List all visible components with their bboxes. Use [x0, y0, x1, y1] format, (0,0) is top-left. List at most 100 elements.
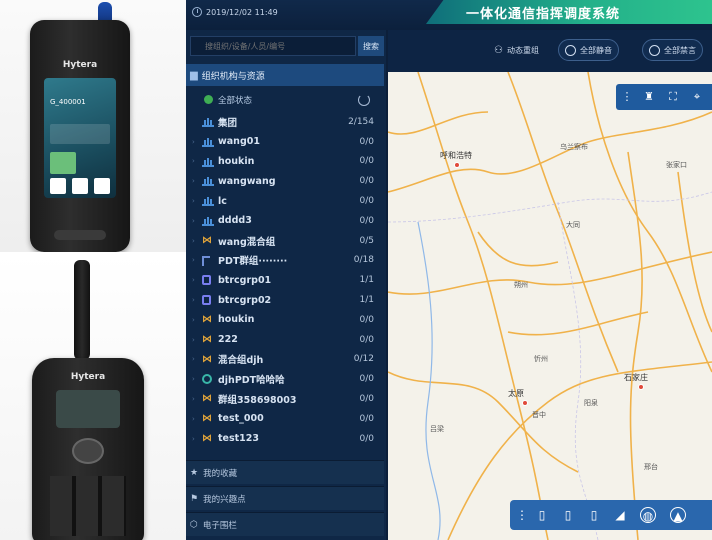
expand-arrow-icon[interactable]: ›: [192, 435, 195, 443]
tree-row[interactable]: › lc 0/0: [186, 191, 384, 211]
tree-row-count: 0/0: [359, 413, 374, 424]
drag-handle-icon[interactable]: ⋮: [620, 90, 634, 104]
expand-arrow-icon[interactable]: ›: [192, 217, 195, 225]
expand-arrow-icon[interactable]: ›: [192, 177, 195, 185]
tree-row[interactable]: › houkin 0/0: [186, 152, 384, 172]
town-label: 朔州: [514, 281, 528, 289]
town-label: 吕梁: [430, 425, 444, 433]
tree-row[interactable]: › ⋈ test_000 0/0: [186, 409, 384, 429]
tree-row[interactable]: › ⋈ 混合组djh 0/12: [186, 350, 384, 370]
tree-row-name: djhPDT哈哈哈: [218, 375, 285, 387]
tree-row[interactable]: › ⋈ 222 0/0: [186, 330, 384, 350]
status-filter-label: 全部状态: [218, 96, 253, 106]
town-label: 大同: [566, 221, 580, 229]
city-label: 石家庄: [624, 373, 648, 382]
search-button[interactable]: 搜索: [358, 36, 384, 56]
forbid-icon: [649, 44, 660, 56]
nav-favorites-label: 我的收藏: [203, 468, 238, 479]
screen-app-icon-1: [50, 178, 66, 194]
drag-handle-icon[interactable]: ⋮: [514, 507, 530, 523]
expand-arrow-icon[interactable]: ›: [192, 296, 195, 304]
tree-row-count: 1/1: [359, 295, 374, 306]
handheld-device-icon[interactable]: ▯: [560, 507, 576, 523]
tree-row-count: 0/18: [353, 255, 374, 266]
radio-device-icon[interactable]: ▯: [534, 507, 550, 523]
expand-arrow-icon[interactable]: ›: [192, 375, 195, 383]
building-icon: ▆: [190, 69, 198, 81]
tree-row-name: wangwang: [218, 175, 276, 187]
expand-arrow-icon[interactable]: ›: [192, 197, 195, 205]
expand-arrow-icon[interactable]: ›: [192, 237, 195, 245]
expand-arrow-icon[interactable]: ›: [192, 395, 195, 403]
org-resource-title: 组织机构与资源: [201, 71, 265, 82]
alert-icon[interactable]: ▲: [670, 507, 686, 523]
tree-row[interactable]: › ⋈ test123 0/0: [186, 429, 384, 449]
app-title: 一体化通信指挥调度系统: [466, 7, 621, 22]
map-roads: [388, 72, 712, 540]
mute-all-button[interactable]: 全部静音: [558, 39, 619, 61]
screenshot-root: Hytera G_400001 Hytera 2019/12/02 11:49 …: [0, 0, 712, 540]
tree-row-name: 222: [218, 334, 238, 346]
clock-icon: [192, 7, 202, 17]
road-network: [388, 72, 712, 540]
tree-row[interactable]: › ⋈ houkin 0/0: [186, 310, 384, 330]
tree-row[interactable]: › dddd3 0/0: [186, 211, 384, 231]
title-banner: 一体化通信指挥调度系统: [426, 0, 712, 24]
nav-fence-label: 电子围栏: [202, 520, 237, 531]
terminal-device-icon[interactable]: ▯: [586, 507, 602, 523]
screen-app-icon-2: [72, 178, 88, 194]
tree-row[interactable]: › ⋈ wang混合组 0/5: [186, 231, 384, 251]
nav-poi[interactable]: ⚑ 我的兴趣点: [186, 486, 384, 510]
brand-logo-1: Hytera: [62, 60, 98, 70]
refresh-icon[interactable]: [358, 94, 370, 106]
expand-arrow-icon[interactable]: ›: [192, 336, 195, 344]
search-row: 搜索: [186, 36, 386, 58]
screen-call-tile: [50, 152, 76, 174]
expand-arrow-icon[interactable]: ›: [192, 415, 195, 423]
status-filter-row[interactable]: 全部状态: [186, 90, 384, 110]
broom-icon[interactable]: ♜: [642, 90, 656, 104]
tree-row[interactable]: › wang01 0/0: [186, 132, 384, 152]
expand-arrow-icon[interactable]: ›: [192, 355, 195, 363]
location-pin-icon[interactable]: ⌖: [690, 90, 704, 104]
camera-icon[interactable]: ◢: [612, 507, 628, 523]
tree-row-name: dddd3: [218, 215, 252, 227]
city-label: 呼和浩特: [440, 151, 472, 160]
expand-arrow-icon[interactable]: ›: [192, 276, 195, 284]
brand-logo-2: Hytera: [70, 372, 106, 382]
tree-row[interactable]: › btrcgrp02 1/1: [186, 290, 384, 310]
tree-row-count: 2/154: [348, 116, 374, 127]
tree-row-name: 群组358698003: [218, 395, 297, 407]
tree-row[interactable]: › djhPDT哈哈哈 0/0: [186, 369, 384, 389]
tree-row[interactable]: › wangwang 0/0: [186, 171, 384, 191]
trc-group-icon: [202, 295, 211, 306]
radio-keypad: [50, 476, 126, 536]
nav-fence[interactable]: ⬡ 电子围栏: [186, 512, 384, 536]
nav-poi-label: 我的兴趣点: [203, 494, 246, 505]
product-photos: Hytera G_400001 Hytera: [0, 0, 186, 540]
tree-row[interactable]: 集团 2/154: [186, 112, 384, 132]
map-canvas[interactable]: ⋮ ♜ ⛶ ⌖ 呼和浩特 石家庄 太原 乌兰察布 张家口 大同 朔州 忻州 阳泉 晋中 吕梁 邢台 ⋮…: [388, 72, 712, 540]
fullscreen-icon[interactable]: ⛶: [666, 90, 680, 104]
expand-arrow-icon[interactable]: ›: [192, 256, 195, 264]
tree-row[interactable]: › PDT群组········ 0/18: [186, 251, 384, 271]
expand-arrow-icon[interactable]: ›: [192, 157, 195, 165]
forbid-all-button[interactable]: 全部禁言: [642, 39, 703, 61]
tree-row[interactable]: › btrcgrp01 1/1: [186, 270, 384, 290]
tree-row-name: PDT群组········: [218, 256, 288, 268]
datetime-display: 2019/12/02 11:49: [192, 7, 278, 17]
flag-icon: ⚑: [190, 493, 199, 504]
expand-arrow-icon[interactable]: ›: [192, 316, 195, 324]
nav-favorites[interactable]: ★ 我的收藏: [186, 460, 384, 484]
expand-arrow-icon[interactable]: ›: [192, 138, 195, 146]
smart-radio-photo: Hytera G_400001: [0, 0, 186, 252]
top-bar: 2019/12/02 11:49 一体化通信指挥调度系统: [186, 0, 712, 30]
radio-body-2: Hytera: [32, 358, 144, 540]
town-label: 晋中: [532, 411, 546, 419]
dynamic-regroup-button[interactable]: ⚇ 动态重组: [488, 39, 545, 61]
org-resource-header[interactable]: ▆ 组织机构与资源: [186, 64, 384, 86]
globe-icon[interactable]: ◍: [640, 507, 656, 523]
tree-row[interactable]: › ⋈ 群组358698003 0/0: [186, 389, 384, 409]
search-input[interactable]: [190, 36, 356, 56]
status-person-icon: [204, 95, 213, 104]
